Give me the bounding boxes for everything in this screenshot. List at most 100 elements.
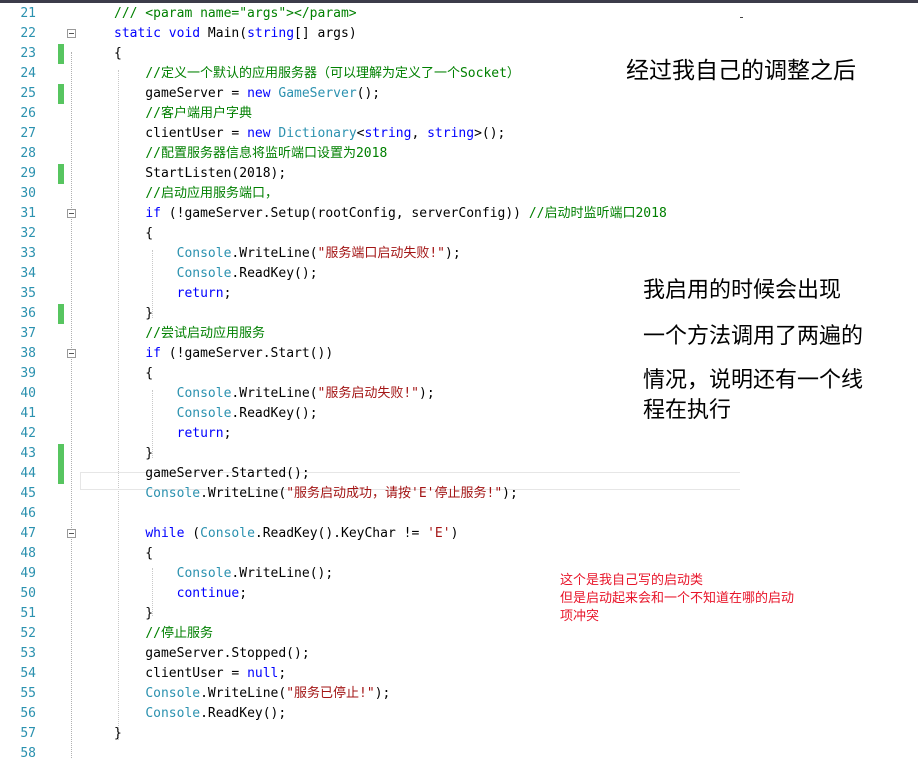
code-text: Console.ReadKey();	[114, 264, 318, 284]
code-text: }	[114, 604, 153, 624]
code-line[interactable]: 55 Console.WriteLine("服务已停止!");	[0, 684, 918, 704]
line-number: 39	[20, 366, 36, 381]
line-number: 31	[20, 206, 36, 221]
code-token: return	[176, 286, 224, 301]
code-token: {	[114, 226, 154, 241]
code-line[interactable]: 21 /// <param name="args"></param>	[0, 4, 918, 24]
change-marker	[58, 304, 64, 324]
annotation-red-line: 但是启动起来会和一个不知道在哪的启动	[560, 591, 795, 606]
code-text: return;	[114, 424, 232, 444]
code-line[interactable]: 45 Console.WriteLine("服务启动成功，请按'E'停止服务!"…	[0, 484, 918, 504]
code-token: (!gameServer.Start())	[160, 346, 334, 361]
code-token: )	[450, 526, 459, 541]
collapse-icon[interactable]	[67, 349, 76, 358]
code-line[interactable]: 43 }	[0, 444, 918, 464]
code-line[interactable]: 53 gameServer.Stopped();	[0, 644, 918, 664]
code-token: ();	[356, 86, 381, 101]
code-text: Console.WriteLine("服务启动成功，请按'E'停止服务!");	[114, 484, 518, 504]
change-marker	[58, 44, 64, 64]
code-line[interactable]: 58	[0, 744, 918, 764]
code-token: ;	[278, 666, 287, 681]
code-line[interactable]: 54 clientUser = null;	[0, 664, 918, 684]
code-line[interactable]: 56 Console.ReadKey();	[0, 704, 918, 724]
code-token: >();	[474, 126, 506, 141]
change-marker	[58, 464, 64, 484]
annotation-top: 经过我自己的调整之后	[626, 58, 856, 84]
code-token: ,	[411, 126, 428, 141]
line-number: 22	[20, 26, 36, 41]
code-token: Console	[176, 246, 232, 261]
code-token: .ReadKey();	[231, 266, 318, 281]
code-token: "服务端口启动失败!"	[317, 246, 445, 261]
code-line[interactable]: 26 //客户端用户字典	[0, 104, 918, 124]
code-line[interactable]: 57}	[0, 724, 918, 744]
code-token: 'E'	[427, 526, 451, 541]
code-text: //停止服务	[114, 624, 213, 644]
line-number: 27	[20, 126, 36, 141]
code-line[interactable]: 48 {	[0, 544, 918, 564]
code-line[interactable]: 27 clientUser = new Dictionary<string, s…	[0, 124, 918, 144]
annotation-middle-line: 我启用的时候会出现	[643, 278, 842, 303]
code-line[interactable]: 22 static void Main(string[] args)	[0, 24, 918, 44]
annotation-red-line: 项冲突	[560, 609, 600, 624]
code-line[interactable]: 29 StartListen(2018);	[0, 164, 918, 184]
line-number: 35	[20, 286, 36, 301]
code-token: {	[114, 46, 122, 61]
code-text: Console.ReadKey();	[114, 404, 318, 424]
line-number: 24	[20, 66, 36, 81]
code-token: .WriteLine(	[200, 486, 287, 501]
line-number: 26	[20, 106, 36, 121]
line-number: 57	[20, 726, 36, 741]
code-token: GameServer	[278, 86, 357, 101]
code-line[interactable]: 52 //停止服务	[0, 624, 918, 644]
code-text: {	[114, 224, 153, 244]
code-token: .ReadKey();	[231, 406, 318, 421]
code-token: Console	[200, 526, 255, 541]
code-token: Console	[145, 486, 201, 501]
line-number: 55	[20, 686, 36, 701]
code-token: ;	[239, 586, 248, 601]
line-number: 50	[20, 586, 36, 601]
window-top-border	[0, 0, 918, 3]
code-token: );	[374, 686, 391, 701]
code-token: ;	[223, 426, 232, 441]
code-token: gameServer.Started();	[114, 466, 310, 481]
code-text: //尝试启动应用服务	[114, 324, 265, 344]
code-line[interactable]: 25 gameServer = new GameServer();	[0, 84, 918, 104]
line-number: 23	[20, 46, 36, 61]
line-number: 51	[20, 606, 36, 621]
code-text: gameServer.Stopped();	[114, 644, 309, 664]
code-text: clientUser = null;	[114, 664, 286, 684]
code-line[interactable]: 47 while (Console.ReadKey().KeyChar != '…	[0, 524, 918, 544]
code-token: string	[427, 126, 475, 141]
code-token: (	[184, 526, 201, 541]
code-token: {	[114, 366, 154, 381]
code-line[interactable]: 28 //配置服务器信息将监听端口设置为2018	[0, 144, 918, 164]
code-line[interactable]: 31 if (!gameServer.Setup(rootConfig, ser…	[0, 204, 918, 224]
code-text: Console.WriteLine("服务启动失败!");	[114, 384, 435, 404]
code-text: //客户端用户字典	[114, 104, 252, 124]
code-line[interactable]: 46	[0, 504, 918, 524]
code-token: Console	[176, 406, 232, 421]
code-token: if	[145, 206, 161, 221]
change-marker	[58, 444, 64, 464]
code-line[interactable]: 44 gameServer.Started();	[0, 464, 918, 484]
code-line[interactable]: 32 {	[0, 224, 918, 244]
code-line[interactable]: 30 //启动应用服务端口，	[0, 184, 918, 204]
code-token: }	[114, 726, 122, 741]
collapse-icon[interactable]	[67, 209, 76, 218]
change-marker	[58, 84, 64, 104]
collapse-icon[interactable]	[67, 529, 76, 538]
code-line[interactable]: 33 Console.WriteLine("服务端口启动失败!");	[0, 244, 918, 264]
code-text: Console.WriteLine("服务已停止!");	[114, 684, 390, 704]
code-token: continue	[176, 586, 240, 601]
collapse-icon[interactable]	[67, 29, 76, 38]
code-text: clientUser = new Dictionary<string, stri…	[114, 124, 505, 144]
code-token: .WriteLine(	[200, 686, 287, 701]
code-token: Main(	[200, 26, 248, 41]
